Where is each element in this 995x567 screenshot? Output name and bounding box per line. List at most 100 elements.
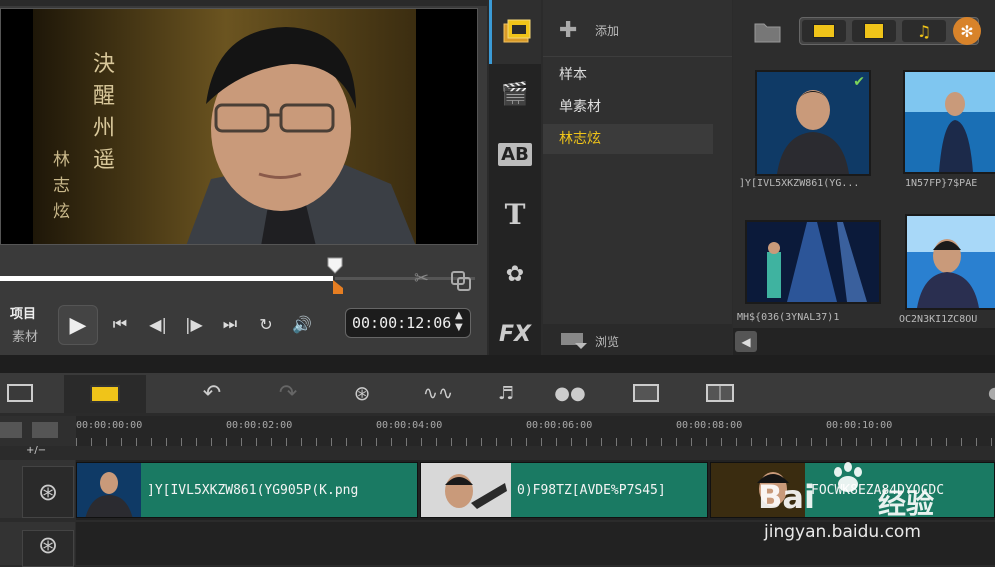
baidu-watermark: Bai 经验 jingyan.baidu.com [758,460,990,550]
show-photo-toggle[interactable] [852,20,896,42]
play-icon: ▶ [69,312,87,338]
timecode-field[interactable]: 00:00:12:06 [345,308,471,338]
folder-item-single-media[interactable]: 单素材 [543,92,713,122]
add-folder-button[interactable]: ✚ 添加 [543,12,732,48]
timeline-ruler[interactable]: 00:00:00:00 00:00:02:00 00:00:04:00 00:0… [76,416,995,446]
thumb-3[interactable] [745,220,881,304]
zoom-icon[interactable]: ◐ [988,383,995,402]
media-options-button[interactable]: ✻ [953,17,981,45]
show-audio-toggle[interactable]: ♫ [902,20,946,42]
undo-button[interactable]: ↶ [196,379,228,407]
thumb-1-image [757,72,869,174]
repeat-button[interactable]: ↻ [250,311,282,337]
copy-frame-icon[interactable] [450,270,472,292]
folder-icon[interactable] [753,18,783,44]
volume-button[interactable]: 🔊 [286,311,318,337]
scroll-left-button[interactable]: ◀ [735,331,757,352]
mode-project-toggle[interactable]: 项目 [10,303,36,322]
skip-end-icon: ⏭ [222,314,238,333]
video-overlay-subtitle: 林志炫 [53,150,70,222]
text-t-icon: T [504,197,526,231]
thumb-1[interactable]: ✔ [755,70,871,176]
panel-separator[interactable] [0,355,995,373]
tab-text[interactable]: T [489,184,541,244]
go-to-start-button[interactable]: ⏮ [104,311,136,337]
library-folder-panel: ✚ 添加 样本 单素材 林志炫 浏览 [543,0,732,355]
thumb-2-label: 1N57FP}7$PAE [905,178,978,189]
thumb-2-image [905,72,995,172]
storyboard-view-button[interactable] [4,379,36,407]
thumb-4[interactable] [905,214,995,310]
folder-item-selected[interactable]: 林志炫 [543,124,713,154]
overlay-track-header: ⊛ [0,522,75,567]
timecode-stepper[interactable]: ▲ ▼ [455,310,463,334]
thumb-1-label: ]Y[IVL5XKZW861(YG... [739,178,860,189]
subtitle-icon [633,384,659,402]
thumb-3-label: MH${036(3YNAL37)1 [737,312,840,323]
previous-frame-button[interactable]: ◀| [142,311,174,337]
watermark-url: jingyan.baidu.com [764,522,921,542]
video-track-toggle[interactable]: ⊛ [22,466,74,518]
play-button[interactable]: ▶ [58,305,98,345]
tab-transitions[interactable]: 🎬 [489,64,541,124]
tick-label: 00:00:04:00 [376,420,443,431]
library-category-bar: 🎬 AB T ✿ FX [489,0,541,355]
record-capture-button[interactable]: ⊛ [346,379,378,407]
tab-title[interactable]: AB [489,124,541,184]
redo-button[interactable]: ↷ [272,379,304,407]
track-manager-icon[interactable] [0,422,22,438]
step-forward-icon: |▶ [185,314,203,334]
video-preview[interactable]: 決醒州遥 林志炫 [0,8,478,245]
tick-label: 00:00:08:00 [676,420,743,431]
motion-tracking-button[interactable]: ●● [554,379,586,407]
clip-thumbnail [77,463,141,517]
chevron-left-icon: ◀ [741,334,751,349]
graphics-icon: ✿ [505,261,525,287]
speaker-icon: 🔊 [292,314,312,334]
add-remove-track-toggle[interactable]: +/− [26,445,46,456]
tab-media[interactable] [489,0,541,64]
audio-mixer-button[interactable]: ∿∿ [422,379,454,407]
music-score-icon: ♬ [497,382,515,404]
grid-icon [706,384,734,402]
add-track-icon[interactable] [32,422,58,438]
fx-icon: FX [499,321,531,347]
next-frame-button[interactable]: |▶ [178,311,210,337]
browse-button[interactable]: 浏览 [543,324,732,355]
scissors-icon[interactable]: ✂ [414,268,429,289]
skip-start-icon: ⏮ [112,314,128,333]
scrub-handle[interactable] [326,256,346,294]
overlay-track-toggle[interactable]: ⊛ [22,530,74,567]
transition-icon: 🎬 [501,81,529,107]
timeline-toolbar: ↶ ↷ ⊛ ∿∿ ♬ ●● ◐ [0,373,995,413]
multi-camera-button[interactable] [704,379,736,407]
thumb-4-image [907,216,995,308]
thumbnail-scrollbar[interactable]: ◀ [733,328,995,355]
undo-icon: ↶ [202,380,222,406]
timeline-clip[interactable]: 0)F98TZ[AVDE%P7S45] [420,462,708,518]
photo-icon [864,23,884,39]
watermark-brand: Bai [758,478,815,516]
thumb-2[interactable] [903,70,995,174]
clip-thumbnail [421,463,511,517]
track-controls-header [0,416,76,446]
timeline-view-button[interactable] [64,375,146,413]
mode-clip-toggle[interactable]: 素材 [12,326,38,345]
auto-music-button[interactable]: ♬ [490,379,522,407]
browse-label: 浏览 [595,335,620,349]
filmstrip-icon [813,24,835,38]
show-video-toggle[interactable] [802,20,846,42]
library-thumbnail-panel: ♫ ✻ ✔ ]Y[IVL5XKZW861(YG... 1N57FP}7$PAE [733,0,995,355]
thumb-3-image [747,222,879,302]
checkmark-icon: ✔ [853,74,865,90]
subtitle-editor-button[interactable] [630,379,662,407]
timeline-clip[interactable]: ]Y[IVL5XKZW861(YG905P(K.png [76,462,418,518]
go-to-end-button[interactable]: ⏭ [214,311,246,337]
add-label: 添加 [595,24,620,38]
waveform-icon: ∿∿ [422,382,454,404]
film-reel-icon: ⊛ [37,531,59,559]
tab-graphics[interactable]: ✿ [489,244,541,304]
video-overlay-text: 決醒州遥 [93,52,116,173]
scrub-bar[interactable] [0,276,475,281]
folder-item-samples[interactable]: 样本 [543,60,713,90]
